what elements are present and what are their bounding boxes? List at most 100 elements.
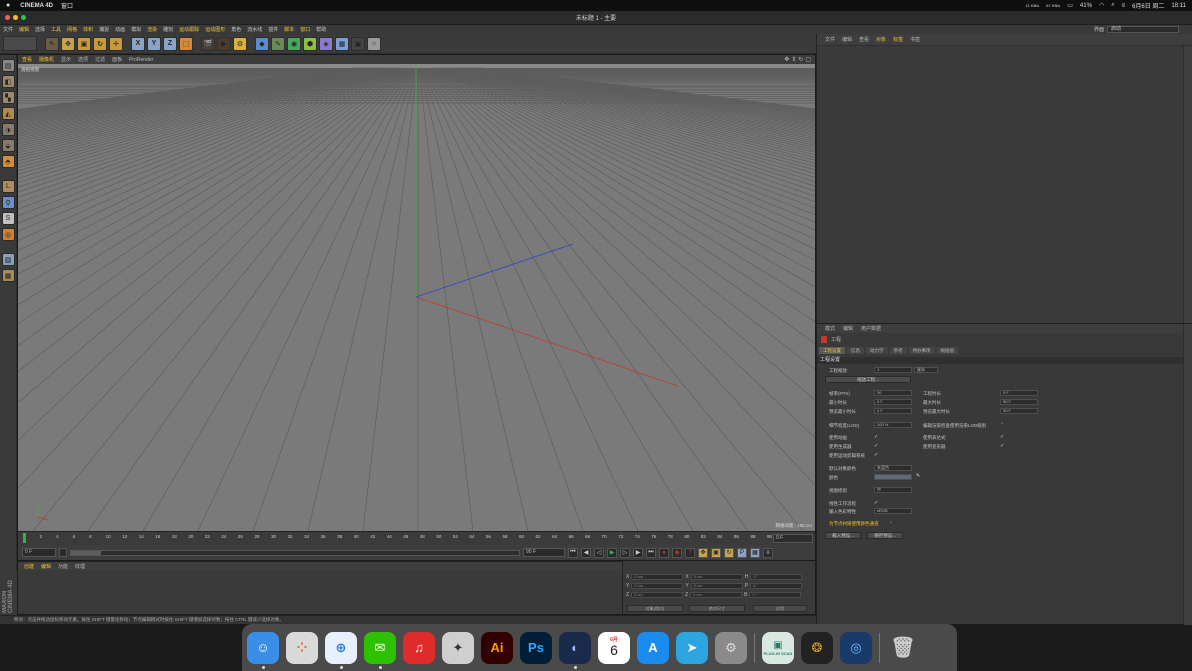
texture-mode-icon[interactable]: ▚ — [1, 91, 15, 104]
auto-key-icon[interactable]: ◉ — [672, 547, 682, 558]
render-picture-viewer-icon[interactable]: ▶ — [217, 36, 231, 51]
viewport-zoom-icon[interactable]: ⇕ — [791, 56, 796, 63]
c4d-menu-item[interactable]: 脚本 — [284, 26, 294, 33]
object-menu-item[interactable]: 标签 — [893, 36, 903, 43]
linear-workflow-checkbox[interactable]: ✓ — [874, 500, 878, 506]
attribute-menu-item[interactable]: 模式 — [825, 325, 835, 332]
attribute-tab[interactable]: 信息 — [847, 347, 864, 354]
coord-field[interactable]: 0 cm — [690, 583, 743, 589]
c4d-menu-item[interactable]: 运动图形 — [205, 26, 225, 33]
c4d-menu-item[interactable]: 运动跟踪 — [179, 26, 199, 33]
key-position-icon[interactable]: ✥ — [698, 547, 708, 558]
x-axis-lock[interactable]: X — [131, 36, 145, 51]
attribute-tab[interactable]: 工程设置 — [819, 347, 845, 354]
attribute-tab[interactable]: 参考 — [889, 347, 907, 354]
key-scale-icon[interactable]: ▣ — [711, 547, 721, 558]
viewport-menu-item[interactable]: ProRender — [129, 57, 153, 63]
key-rotation-icon[interactable]: ↻ — [724, 547, 734, 558]
object-menu-item[interactable]: 查看 — [859, 36, 869, 43]
material-menu-item[interactable]: 编辑 — [41, 563, 51, 570]
model-mode-icon[interactable]: ◧ — [1, 75, 15, 88]
max-time-field[interactable]: 90 F — [1000, 399, 1038, 405]
project-time-field[interactable]: 0 F — [1000, 390, 1038, 396]
coord-field[interactable]: 0 cm — [631, 574, 684, 580]
view-clip-dropdown[interactable]: 中 — [874, 487, 912, 493]
live-select-icon[interactable]: ↖ — [45, 36, 59, 51]
use-expression-checkbox[interactable]: ✓ — [1000, 434, 1004, 440]
photoshop-icon[interactable]: Ps — [520, 631, 552, 664]
zoom-button[interactable] — [21, 15, 26, 20]
use-motion-checkbox[interactable]: ✓ — [874, 452, 878, 458]
window-menu[interactable]: 窗口 — [61, 1, 73, 10]
layout-dropdown[interactable]: 启动 — [1107, 26, 1179, 33]
coord-field[interactable]: 0 ° — [750, 574, 803, 580]
attribute-menu-item[interactable]: 用户数据 — [861, 325, 881, 332]
c4d-menu-item[interactable]: 文件 — [3, 26, 13, 33]
current-frame-field[interactable]: 0 F — [22, 548, 56, 557]
c4d-menu-item[interactable]: 编辑 — [19, 26, 29, 33]
light-icon[interactable]: ☼ — [367, 36, 381, 51]
size-mode-dropdown[interactable]: 绝对尺寸 — [689, 605, 745, 612]
undo-redo-button[interactable] — [3, 36, 37, 51]
use-deformer-checkbox[interactable]: ✓ — [1000, 443, 1004, 449]
sketch-app-icon[interactable]: ✦ — [442, 631, 474, 664]
recent-tool-icon[interactable]: ✛ — [109, 36, 123, 51]
next-key-icon[interactable]: ▶ — [633, 547, 643, 558]
c4d-menu-item[interactable]: 流水线 — [247, 26, 262, 33]
viewport-menu-item[interactable]: 查看 — [22, 56, 32, 63]
workplane-icon[interactable]: ◭ — [1, 107, 15, 120]
coordinate-system-icon[interactable]: ⬚ — [179, 36, 193, 51]
c4d-menu-item[interactable]: 模拟 — [131, 26, 141, 33]
object-list[interactable] — [817, 46, 1182, 323]
viewport-menu-item[interactable]: 过滤 — [95, 56, 105, 63]
c4d-menu-item[interactable]: 选择 — [35, 26, 45, 33]
viewport-menu-item[interactable]: 面板 — [112, 56, 122, 63]
preview-max-field[interactable]: 90 F — [1000, 408, 1038, 414]
end-range-field[interactable]: 90 F — [523, 548, 565, 557]
calendar-icon[interactable]: 6月 6 — [598, 631, 630, 664]
lod-render-checkbox[interactable]: ▫ — [1001, 421, 1003, 427]
netease-music-icon[interactable]: ♫ — [403, 631, 435, 664]
prev-key-icon[interactable]: ◀ — [581, 547, 591, 558]
render-view-icon[interactable]: 🎬 — [201, 36, 215, 51]
material-menu-item[interactable]: 纹理 — [75, 563, 85, 570]
snap-icon[interactable]: S — [1, 212, 15, 225]
polygons-mode-icon[interactable]: ⬘ — [1, 155, 15, 168]
c4d-menu-item[interactable]: 窗口 — [300, 26, 310, 33]
coord-mode-dropdown[interactable]: 对象(相对) — [627, 605, 683, 612]
attribute-tab[interactable]: 帧插值 — [936, 347, 958, 354]
attribute-side-tabs[interactable] — [1183, 324, 1192, 625]
viewport-menu-item[interactable]: 显示 — [61, 56, 71, 63]
coord-field[interactable]: 0 cm — [631, 583, 684, 589]
wifi-icon[interactable]: ◠ — [1099, 2, 1104, 9]
input-color-dropdown[interactable]: sRGB — [874, 508, 912, 514]
search-icon[interactable]: ⌕ — [1111, 2, 1114, 9]
c4d-menu-item[interactable]: 角色 — [231, 26, 241, 33]
solo-mode-icon[interactable]: ▧ — [1, 253, 15, 266]
object-menu-item[interactable]: 书签 — [910, 36, 920, 43]
floor-icon[interactable]: ▦ — [335, 36, 349, 51]
fps-field[interactable]: 30 — [874, 390, 912, 396]
apple-icon[interactable]: ● — [6, 2, 10, 9]
scale-field[interactable]: 1 — [874, 367, 912, 373]
deformer-icon[interactable]: ◈ — [319, 36, 333, 51]
attribute-tab[interactable]: 动力学 — [866, 347, 888, 354]
eyedropper-icon[interactable]: ✎ — [916, 473, 920, 479]
c4d-menu-item[interactable]: 帮助 — [316, 26, 326, 33]
object-menu-item[interactable]: 对象 — [876, 36, 886, 43]
viewport-menu-item[interactable]: 选项 — [78, 56, 88, 63]
finder-icon[interactable]: ☺ — [247, 631, 279, 669]
davinci-resolve-icon[interactable]: ❂ — [801, 631, 833, 664]
battery-icon[interactable]: ▭ — [1067, 2, 1073, 9]
points-mode-icon[interactable]: ⬗ — [1, 123, 15, 136]
coord-field[interactable]: 0 cm — [631, 592, 684, 598]
c4d-menu-item[interactable]: 工具 — [51, 26, 61, 33]
3d-viewport[interactable]: 透视视图 网格间距 : 100 cm — [18, 64, 815, 531]
plugin-scan-icon[interactable]: ▣ PLUG-IN SCAN — [762, 631, 794, 664]
make-editable-icon[interactable]: ▤ — [1, 59, 15, 72]
default-color-dropdown[interactable]: 灰蓝色 — [874, 465, 912, 471]
prev-frame-icon[interactable]: ◁ — [594, 547, 604, 558]
timeline-end-frame[interactable]: 0 F — [773, 534, 813, 543]
c4d-menu-item[interactable]: 动画 — [115, 26, 125, 33]
grid-icon[interactable]: ▦ — [1, 269, 15, 282]
